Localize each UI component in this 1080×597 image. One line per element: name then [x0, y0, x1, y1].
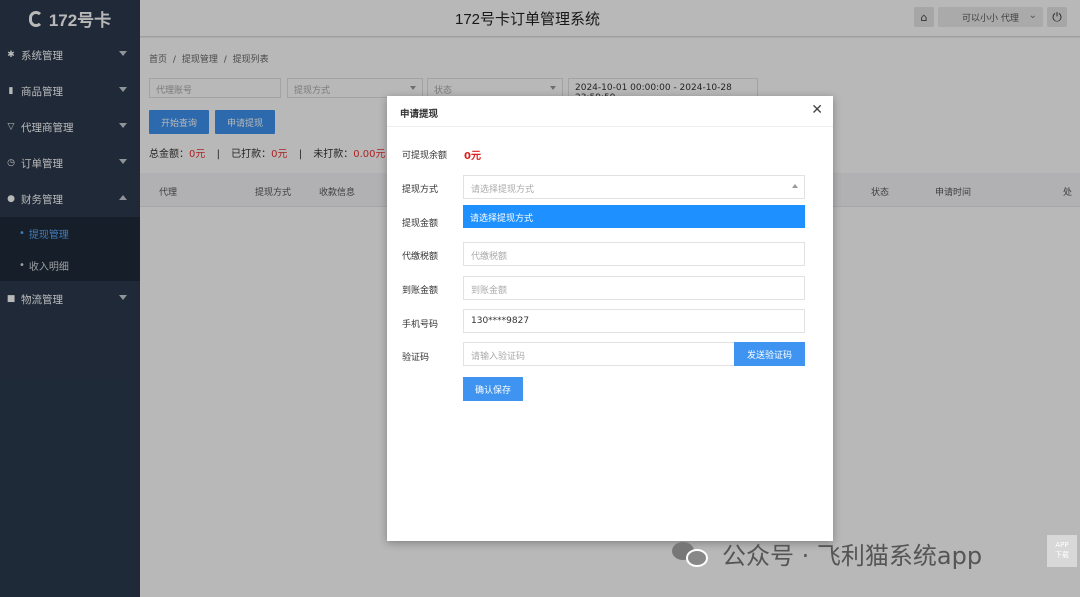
withdraw-modal: 申请提现 ✕ 可提现余额 0元 提现方式 请选择提现方式 请选择提现方式 提现金… — [387, 96, 833, 541]
close-icon[interactable]: ✕ — [811, 102, 823, 118]
phone-label: 手机号码 — [402, 320, 439, 330]
modal-title: 申请提现 — [400, 109, 439, 120]
available-label: 可提现余额 — [402, 151, 448, 161]
wechat-icon — [672, 540, 712, 568]
save-button[interactable]: 确认保存 — [463, 377, 523, 401]
tax-label: 代缴税额 — [402, 252, 439, 262]
method-select[interactable]: 请选择提现方式 — [463, 175, 805, 199]
modal-header: 申请提现 ✕ — [387, 96, 833, 127]
app-download-badge[interactable]: APP 下载 — [1047, 535, 1077, 567]
send-code-button[interactable]: 发送验证码 — [734, 342, 805, 366]
watermark-text: 公众号 · 飞利猫系统app — [722, 542, 983, 570]
method-label: 提现方式 — [402, 185, 439, 195]
arrival-label: 到账金额 — [402, 286, 439, 296]
phone-input[interactable]: 130****9827 — [463, 309, 805, 333]
tax-input[interactable]: 代缴税额 — [463, 242, 805, 266]
dropdown-option[interactable]: 请选择提现方式 — [463, 205, 805, 228]
amount-label: 提现金额 — [402, 219, 439, 229]
arrival-input[interactable]: 到账金额 — [463, 276, 805, 300]
code-label: 验证码 — [402, 353, 430, 363]
available-value: 0元 — [464, 151, 481, 162]
watermark: 公众号 · 飞利猫系统app — [672, 536, 982, 571]
chevron-up-icon — [792, 184, 798, 188]
code-input[interactable]: 请输入验证码 — [463, 342, 735, 366]
